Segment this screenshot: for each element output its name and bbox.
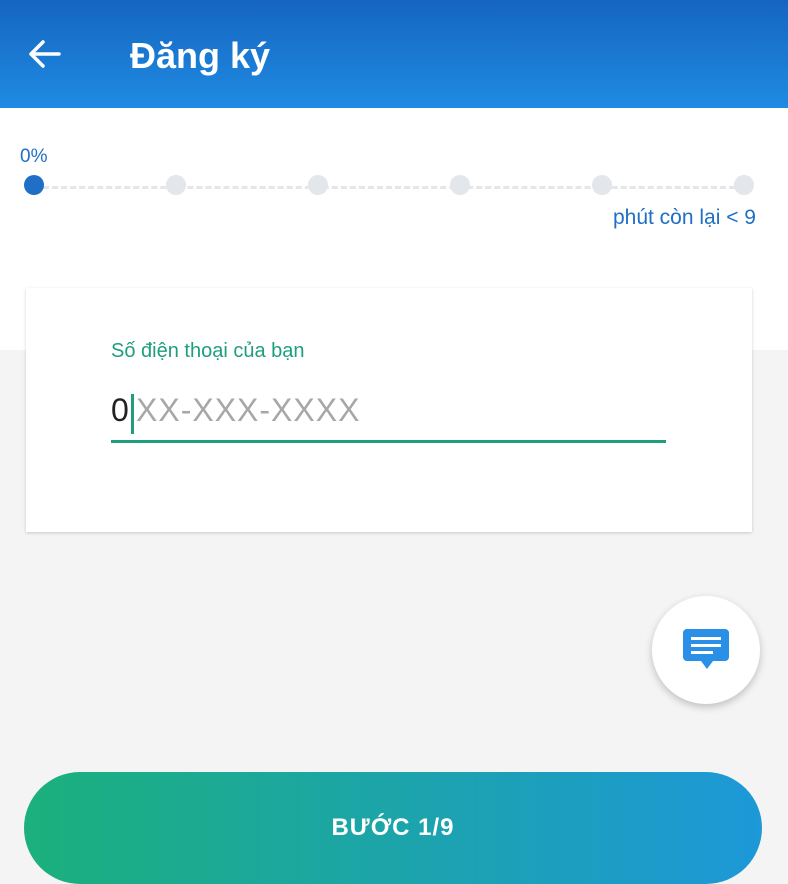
progress-step-dot xyxy=(592,175,612,195)
progress-step-dot xyxy=(734,175,754,195)
progress-track xyxy=(34,186,744,189)
next-step-button[interactable]: BƯỚC 1/9 xyxy=(24,772,762,884)
progress-percent: 0% xyxy=(20,146,48,167)
time-remaining: phút còn lại < 9 xyxy=(612,206,756,229)
phone-placeholder: XX-XXX-XXXX xyxy=(136,392,361,428)
progress-step-dot xyxy=(450,175,470,195)
phone-card: Số điện thoại của bạn 0 XX-XXX-XXXX xyxy=(26,288,752,532)
phone-label: Số điện thoại của bạn xyxy=(111,340,305,362)
back-button[interactable] xyxy=(22,34,66,74)
step-button-label: BƯỚC 1/9 xyxy=(331,814,455,841)
app-bar: Đăng ký xyxy=(0,0,788,108)
chat-button[interactable] xyxy=(652,596,760,704)
text-caret xyxy=(131,394,134,434)
phone-input[interactable]: 0 XX-XXX-XXXX xyxy=(111,388,666,443)
arrow-left-icon xyxy=(29,40,61,68)
page-title: Đăng ký xyxy=(130,35,271,76)
phone-value: 0 xyxy=(111,392,129,428)
progress-step-dot xyxy=(308,175,328,195)
chat-message-icon xyxy=(683,629,729,669)
progress-step-dot xyxy=(166,175,186,195)
progress-step-dot xyxy=(24,175,44,195)
